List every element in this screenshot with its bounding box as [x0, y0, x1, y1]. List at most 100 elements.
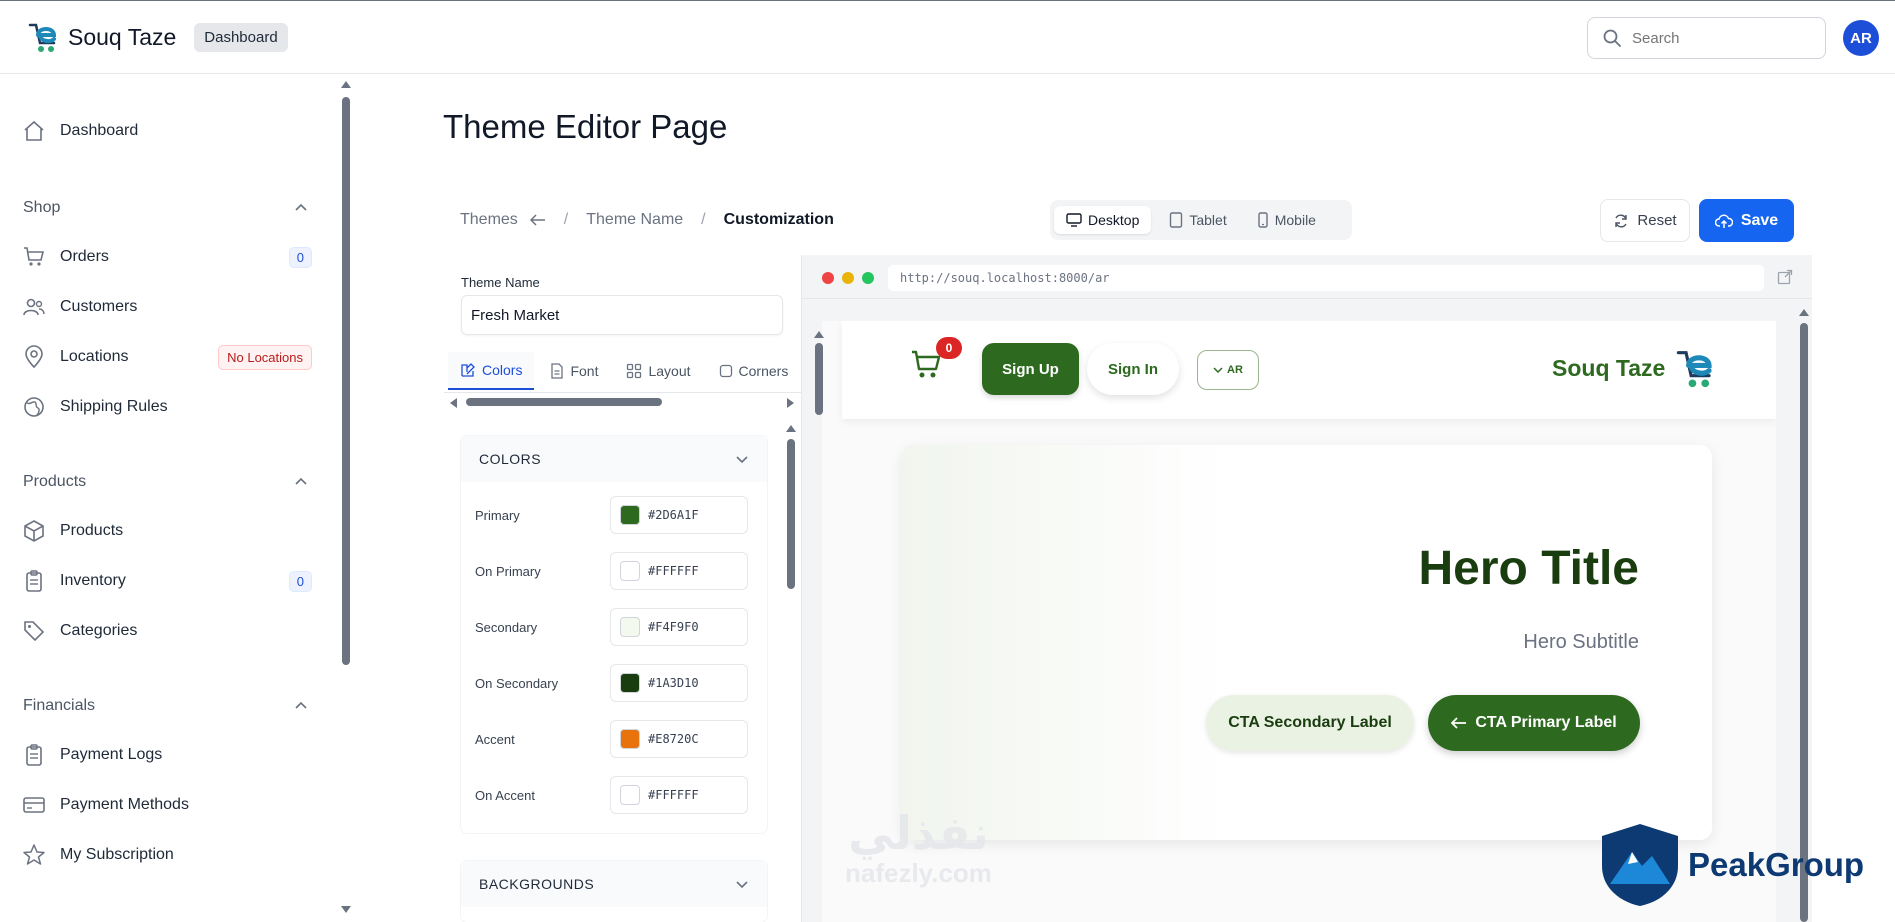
clipboard-list-icon — [26, 744, 42, 766]
box-icon — [24, 520, 44, 542]
theme-name-input[interactable]: Fresh Market — [461, 295, 783, 335]
chevron-down-icon — [736, 456, 748, 464]
chevron-up-icon — [295, 203, 307, 211]
file-text-icon — [551, 362, 564, 379]
save-button[interactable]: Save — [1699, 199, 1794, 242]
brand[interactable]: Souq Taze Dashboard — [26, 19, 288, 55]
tabs-scrollbar[interactable] — [444, 395, 802, 409]
editor-scrollbar[interactable] — [784, 423, 798, 922]
device-mobile-button[interactable]: Mobile — [1245, 206, 1328, 234]
sidebar-item-orders[interactable]: Orders 0 — [22, 245, 312, 269]
tab-corners[interactable]: Corners — [707, 353, 801, 389]
device-switcher: Desktop Tablet Mobile — [1050, 200, 1352, 240]
preview-scrollbar[interactable] — [813, 331, 825, 423]
color-picker-on-accent[interactable]: #FFFFFF — [610, 776, 748, 814]
orders-count: 0 — [288, 246, 312, 268]
sidebar-item-payment-methods[interactable]: Payment Methods — [22, 793, 312, 817]
grid-icon — [627, 363, 642, 378]
sidebar-item-label: Customers — [60, 298, 138, 315]
refresh-icon — [1615, 214, 1628, 227]
external-link-icon[interactable] — [1777, 269, 1793, 285]
color-swatch[interactable] — [620, 785, 640, 805]
section-title: COLORS — [479, 451, 542, 467]
sidebar-group-products[interactable]: Products — [23, 473, 308, 491]
store-sign-in-button[interactable]: Sign In — [1087, 343, 1179, 395]
store-sign-up-button[interactable]: Sign Up — [982, 343, 1079, 395]
credit-card-icon — [23, 797, 45, 813]
globe-icon — [24, 397, 44, 417]
sidebar-item-payment-logs[interactable]: Payment Logs — [22, 743, 312, 767]
backgrounds-section-header[interactable]: BACKGROUNDS — [461, 861, 767, 907]
color-row-on-secondary: On Secondary #1A3D10 — [475, 664, 755, 702]
scroll-down-arrow-icon[interactable] — [340, 905, 352, 915]
color-picker-on-primary[interactable]: #FFFFFF — [610, 552, 748, 590]
tab-colors[interactable]: Colors — [448, 351, 535, 390]
scroll-right-arrow-icon[interactable] — [786, 397, 796, 409]
scroll-left-arrow-icon[interactable] — [448, 397, 458, 409]
home-icon — [24, 120, 44, 141]
color-picker-primary[interactable]: #2D6A1F — [610, 496, 748, 534]
scroll-up-arrow-icon[interactable] — [785, 423, 797, 433]
theme-editor-panel: Theme Name Fresh Market Colors Font Layo… — [444, 255, 802, 922]
window-maximize-dot — [862, 272, 874, 284]
avatar[interactable]: AR — [1843, 20, 1879, 56]
breadcrumb-separator: / — [563, 211, 569, 228]
color-picker-accent[interactable]: #E8720C — [610, 720, 748, 758]
sidebar-item-label: My Subscription — [60, 846, 174, 863]
scroll-up-arrow-icon[interactable] — [813, 329, 825, 339]
color-swatch[interactable] — [620, 505, 640, 525]
sidebar-group-shop[interactable]: Shop — [23, 199, 308, 217]
search-icon — [1603, 29, 1621, 47]
breadcrumb-theme-name[interactable]: Theme Name — [586, 211, 683, 229]
sidebar-group-label: Financials — [23, 697, 96, 714]
device-desktop-button[interactable]: Desktop — [1054, 206, 1152, 234]
arrow-left-icon[interactable] — [529, 214, 546, 226]
colors-section-header[interactable]: COLORS — [461, 436, 767, 482]
cta-secondary-button[interactable]: CTA Secondary Label — [1206, 695, 1414, 751]
tabs-scroll-thumb[interactable] — [466, 398, 662, 406]
sidebar-item-customers[interactable]: Customers — [22, 295, 312, 319]
search-input[interactable] — [1632, 29, 1812, 47]
color-swatch[interactable] — [620, 729, 640, 749]
tab-layout[interactable]: Layout — [614, 353, 702, 389]
editor-tabs: Colors Font Layout Corners — [444, 349, 802, 393]
sidebar-item-inventory[interactable]: Inventory 0 — [22, 569, 312, 593]
language-selector[interactable]: AR — [1197, 350, 1259, 390]
tab-label: Layout — [648, 362, 691, 379]
cart-icon — [24, 247, 45, 266]
color-hex: #F4F9F0 — [648, 620, 699, 634]
tab-font[interactable]: Font — [538, 353, 610, 389]
sidebar-item-categories[interactable]: Categories — [22, 619, 312, 643]
color-picker-secondary[interactable]: #F4F9F0 — [610, 608, 748, 646]
color-swatch[interactable] — [620, 561, 640, 581]
sidebar-scrollbar[interactable] — [338, 79, 354, 917]
sidebar-group-financials[interactable]: Financials — [23, 697, 308, 715]
scroll-up-arrow-icon[interactable] — [1798, 307, 1810, 317]
sidebar-scroll-thumb[interactable] — [342, 97, 350, 665]
arrow-left-icon — [1451, 717, 1467, 729]
sidebar-item-products[interactable]: Products — [22, 519, 312, 543]
color-swatch[interactable] — [620, 673, 640, 693]
search-box[interactable] — [1587, 17, 1826, 59]
store-brand[interactable]: Souq Taze — [1552, 345, 1717, 391]
sidebar: Dashboard Shop Orders 0 Customers Locati… — [0, 75, 351, 922]
nafezly-watermark-arabic: نفذلي — [848, 807, 989, 859]
backgrounds-section: BACKGROUNDS — [461, 861, 767, 922]
sidebar-item-locations[interactable]: Locations No Locations — [22, 344, 312, 370]
scroll-up-arrow-icon[interactable] — [340, 79, 352, 89]
breadcrumb-themes[interactable]: Themes — [460, 211, 518, 229]
device-tablet-button[interactable]: Tablet — [1157, 206, 1238, 234]
sidebar-item-label: Categories — [60, 622, 138, 639]
sidebar-item-dashboard[interactable]: Dashboard — [22, 119, 312, 143]
reset-button[interactable]: Reset — [1600, 199, 1690, 242]
sidebar-item-shipping-rules[interactable]: Shipping Rules — [22, 395, 312, 419]
sidebar-item-my-subscription[interactable]: My Subscription — [22, 843, 312, 867]
peakgroup-watermark: PeakGroup — [1598, 822, 1864, 908]
theme-name-label: Theme Name — [461, 275, 540, 290]
editor-scroll-thumb[interactable] — [787, 439, 795, 589]
color-picker-on-secondary[interactable]: #1A3D10 — [610, 664, 748, 702]
cta-primary-button[interactable]: CTA Primary Label — [1428, 695, 1640, 751]
color-label: On Accent — [475, 787, 535, 803]
color-swatch[interactable] — [620, 617, 640, 637]
preview-scroll-thumb[interactable] — [815, 343, 823, 415]
